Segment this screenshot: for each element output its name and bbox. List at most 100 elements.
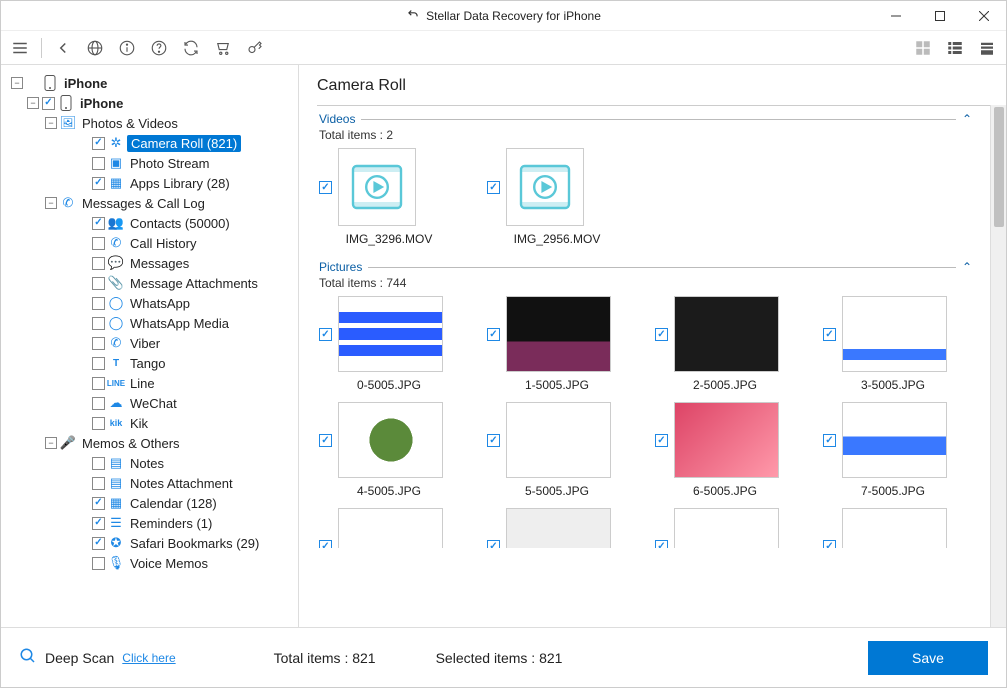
tree-item-tango[interactable]: T Tango — [5, 353, 298, 373]
tree-item-line[interactable]: LINE Line — [5, 373, 298, 393]
item-checkbox[interactable] — [655, 434, 668, 447]
picture-item[interactable]: 7-5005.JPG — [823, 402, 963, 498]
tree-item-viber[interactable]: ✆ Viber — [5, 333, 298, 353]
help-icon[interactable] — [148, 37, 170, 59]
scrollbar[interactable] — [990, 105, 1006, 627]
tree-group-photos[interactable]: − 🖼 Photos & Videos — [5, 113, 298, 133]
video-item[interactable]: IMG_2956.MOV — [487, 148, 627, 246]
tree-item-wechat[interactable]: ☁ WeChat — [5, 393, 298, 413]
picture-item[interactable]: 4-5005.JPG — [319, 402, 459, 498]
picture-thumb[interactable] — [506, 508, 611, 548]
checkbox[interactable] — [92, 477, 105, 490]
tree-item-reminders[interactable]: ☰ Reminders (1) — [5, 513, 298, 533]
picture-thumb[interactable] — [338, 296, 443, 372]
expand-toggle[interactable]: − — [45, 437, 57, 449]
maximize-button[interactable] — [918, 1, 962, 30]
checkbox[interactable] — [92, 397, 105, 410]
picture-thumb[interactable] — [842, 508, 947, 548]
checkbox[interactable] — [92, 257, 105, 270]
picture-item[interactable]: 3-5005.JPG — [823, 296, 963, 392]
checkbox[interactable] — [92, 277, 105, 290]
tree-item-photo-stream[interactable]: ▣ Photo Stream — [5, 153, 298, 173]
tree-item-camera-roll[interactable]: ✲ Camera Roll (821) — [5, 133, 298, 153]
picture-item[interactable]: 5-5005.JPG — [487, 402, 627, 498]
item-checkbox[interactable] — [319, 540, 332, 549]
checkbox[interactable] — [92, 457, 105, 470]
picture-item[interactable]: 0-5005.JPG — [319, 296, 459, 392]
checkbox[interactable] — [92, 557, 105, 570]
tree-item-message-attachments[interactable]: 📎 Message Attachments — [5, 273, 298, 293]
video-item[interactable]: IMG_3296.MOV — [319, 148, 459, 246]
picture-thumb[interactable] — [674, 402, 779, 478]
picture-item[interactable] — [655, 508, 795, 548]
cart-icon[interactable] — [212, 37, 234, 59]
picture-thumb[interactable] — [506, 296, 611, 372]
save-button[interactable]: Save — [868, 641, 988, 675]
item-checkbox[interactable] — [823, 434, 836, 447]
picture-thumb[interactable] — [674, 296, 779, 372]
tree-item-notes[interactable]: ▤ Notes — [5, 453, 298, 473]
minimize-button[interactable] — [874, 1, 918, 30]
tree-item-safari-bookmarks[interactable]: ✪ Safari Bookmarks (29) — [5, 533, 298, 553]
view-list-icon[interactable] — [944, 37, 966, 59]
item-checkbox[interactable] — [487, 328, 500, 341]
checkbox[interactable] — [92, 377, 105, 390]
expand-toggle[interactable]: − — [45, 197, 57, 209]
item-checkbox[interactable] — [319, 328, 332, 341]
tree-item-messages[interactable]: 💬 Messages — [5, 253, 298, 273]
checkbox[interactable] — [92, 537, 105, 550]
info-icon[interactable] — [116, 37, 138, 59]
checkbox[interactable] — [92, 217, 105, 230]
checkbox[interactable] — [92, 497, 105, 510]
tree-item-whatsapp[interactable]: ◯ WhatsApp — [5, 293, 298, 313]
refresh-icon[interactable] — [180, 37, 202, 59]
collapse-icon[interactable]: ⌃ — [962, 260, 972, 274]
tree-item-kik[interactable]: kik Kik — [5, 413, 298, 433]
item-checkbox[interactable] — [487, 540, 500, 549]
picture-thumb[interactable] — [674, 508, 779, 548]
tree-item-notes-attachment[interactable]: ▤ Notes Attachment — [5, 473, 298, 493]
item-checkbox[interactable] — [655, 540, 668, 549]
video-thumb[interactable] — [338, 148, 416, 226]
tree-item-contacts[interactable]: 👥 Contacts (50000) — [5, 213, 298, 233]
checkbox[interactable] — [92, 417, 105, 430]
tree-item-call-history[interactable]: ✆ Call History — [5, 233, 298, 253]
checkbox[interactable] — [92, 337, 105, 350]
video-thumb[interactable] — [506, 148, 584, 226]
nav-back-icon[interactable] — [52, 37, 74, 59]
picture-item[interactable]: 1-5005.JPG — [487, 296, 627, 392]
checkbox[interactable] — [92, 177, 105, 190]
picture-item[interactable] — [319, 508, 459, 548]
checkbox[interactable] — [92, 237, 105, 250]
scrollbar-thumb[interactable] — [994, 107, 1004, 227]
globe-icon[interactable] — [84, 37, 106, 59]
checkbox[interactable] — [92, 157, 105, 170]
item-checkbox[interactable] — [823, 540, 836, 549]
picture-item[interactable]: 6-5005.JPG — [655, 402, 795, 498]
view-stack-icon[interactable] — [976, 37, 998, 59]
checkbox[interactable] — [92, 357, 105, 370]
tree-root-iphone[interactable]: − iPhone — [5, 73, 298, 93]
close-button[interactable] — [962, 1, 1006, 30]
picture-thumb[interactable] — [338, 402, 443, 478]
view-grid-icon[interactable] — [912, 37, 934, 59]
tree-item-whatsapp-media[interactable]: ◯ WhatsApp Media — [5, 313, 298, 333]
tree-item-voice-memos[interactable]: 🎙 Voice Memos — [5, 553, 298, 573]
tree-group-memos[interactable]: − 🎤 Memos & Others — [5, 433, 298, 453]
item-checkbox[interactable] — [823, 328, 836, 341]
tree-group-messages[interactable]: − ✆ Messages & Call Log — [5, 193, 298, 213]
expand-toggle[interactable]: − — [45, 117, 57, 129]
picture-item[interactable]: 2-5005.JPG — [655, 296, 795, 392]
checkbox[interactable] — [92, 297, 105, 310]
checkbox[interactable] — [92, 137, 105, 150]
tree-device-iphone[interactable]: − iPhone — [5, 93, 298, 113]
menu-icon[interactable] — [9, 37, 31, 59]
picture-item[interactable] — [487, 508, 627, 548]
checkbox[interactable] — [92, 317, 105, 330]
deep-scan-link[interactable]: Click here — [122, 651, 175, 665]
picture-thumb[interactable] — [338, 508, 443, 548]
picture-thumb[interactable] — [506, 402, 611, 478]
item-checkbox[interactable] — [487, 434, 500, 447]
expand-toggle[interactable]: − — [11, 77, 23, 89]
picture-item[interactable] — [823, 508, 963, 548]
